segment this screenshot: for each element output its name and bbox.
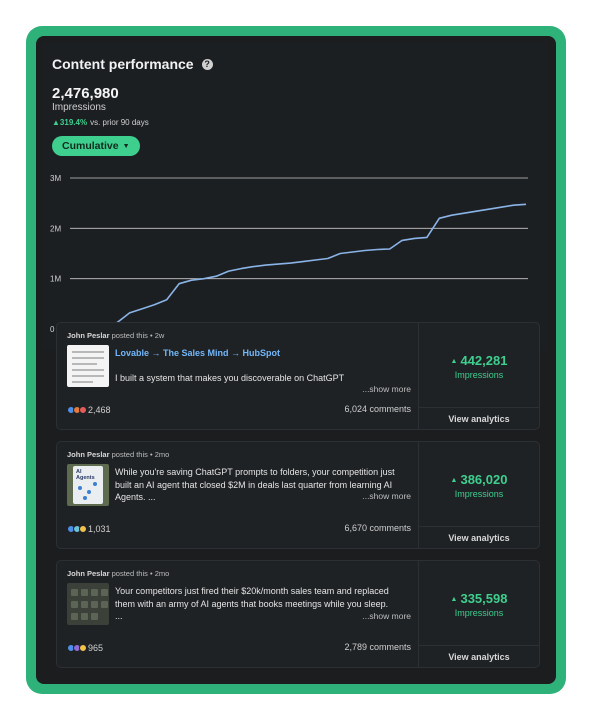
impressions-value: 442,281	[460, 353, 508, 368]
caret-down-icon: ▼	[122, 142, 130, 150]
total-impressions-value: 2,476,980	[52, 85, 119, 102]
comment-count[interactable]: 6,670 comments	[344, 523, 411, 533]
title-row: Content performance ?	[52, 56, 213, 72]
post-text: Lovable → The Sales Mind → HubSpot I bui…	[115, 347, 411, 385]
cumulative-dropdown[interactable]: Cumulative ▼	[52, 136, 140, 156]
up-arrow-icon: ▲	[450, 358, 458, 366]
reactions[interactable]: 2,468	[67, 405, 111, 415]
author-name[interactable]: John Peslar	[67, 569, 110, 578]
post-meta: posted this • 2w	[111, 331, 165, 340]
post-impressions: ▲ 386,020 Impressions	[419, 472, 539, 499]
show-more-link[interactable]: ...show more	[362, 611, 411, 621]
show-more-link[interactable]: ...show more	[362, 491, 411, 501]
post-stats: ▲ 335,598 Impressions View analytics	[419, 561, 539, 667]
author-line: John Peslar posted this • 2mo	[67, 450, 169, 459]
post-body[interactable]: John Peslar posted this • 2mo Your compe…	[57, 561, 419, 667]
reaction-icons	[67, 525, 87, 533]
y-tick-label: 3M	[50, 174, 61, 183]
help-icon[interactable]: ?	[201, 58, 213, 70]
impressions-label: Impressions	[454, 489, 504, 499]
reactions[interactable]: 965	[67, 643, 103, 653]
reaction-count: 965	[88, 643, 104, 653]
impressions-value: 335,598	[460, 591, 508, 606]
post-text-body: I built a system that makes you discover…	[115, 373, 345, 383]
delta-value: ▲319.4%	[52, 118, 88, 127]
up-arrow-icon: ▲	[450, 596, 458, 604]
post-stats: ▲ 442,281 Impressions View analytics	[419, 323, 539, 429]
delta-text: vs. prior 90 days	[90, 118, 149, 127]
view-analytics-button[interactable]: View analytics	[419, 645, 539, 667]
post-card-2: John Peslar posted this • 2mo AI Agents W…	[56, 441, 540, 549]
post-impressions: ▲ 335,598 Impressions	[419, 591, 539, 618]
view-analytics-button[interactable]: View analytics	[419, 526, 539, 548]
impressions-chart: 01M2M3M Jul 24Aug 7Aug 21Sep 4Sep 18Oct …	[50, 174, 528, 343]
post-thumbnail[interactable]	[67, 345, 109, 387]
author-line: John Peslar posted this • 2mo	[67, 569, 169, 578]
y-tick-label: 2M	[50, 224, 61, 233]
reaction-count: 1,031	[88, 524, 111, 534]
delta-row: ▲319.4% vs. prior 90 days	[52, 118, 149, 127]
impressions-value: 386,020	[460, 472, 508, 487]
post-text-ellipsis: ...	[115, 611, 123, 621]
total-impressions-label: Impressions	[52, 102, 106, 113]
post-card-3: John Peslar posted this • 2mo Your compe…	[56, 560, 540, 668]
post-link-text[interactable]: Lovable → The Sales Mind → HubSpot	[115, 348, 280, 358]
view-analytics-button[interactable]: View analytics	[419, 407, 539, 429]
post-thumbnail[interactable]	[67, 583, 109, 625]
reactions[interactable]: 1,031	[67, 524, 111, 534]
impressions-label: Impressions	[454, 608, 504, 618]
chart-grid	[70, 177, 528, 330]
post-meta: posted this • 2mo	[111, 569, 170, 578]
post-thumbnail[interactable]: AI Agents	[67, 464, 109, 506]
reaction-icons	[67, 406, 87, 414]
content-performance-panel: Content performance ? 2,476,980 Impressi…	[36, 36, 556, 684]
impressions-series-line	[79, 203, 527, 330]
panel-title: Content performance	[52, 56, 194, 72]
chart-y-ticks: 0 1M 2M 3M	[50, 174, 61, 334]
post-body[interactable]: John Peslar posted this • 2w Lovable → T…	[57, 323, 419, 429]
impressions-label: Impressions	[454, 370, 504, 380]
post-body[interactable]: John Peslar posted this • 2mo AI Agents W…	[57, 442, 419, 548]
post-text-body: Your competitors just fired their $20k/m…	[115, 586, 389, 609]
show-more-link[interactable]: ...show more	[362, 384, 411, 394]
author-line: John Peslar posted this • 2w	[67, 331, 164, 340]
post-stats: ▲ 386,020 Impressions View analytics	[419, 442, 539, 548]
cumulative-label: Cumulative	[62, 140, 119, 152]
up-arrow-icon: ▲	[450, 477, 458, 485]
author-name[interactable]: John Peslar	[67, 450, 110, 459]
comment-count[interactable]: 2,789 comments	[344, 642, 411, 652]
comment-count[interactable]: 6,024 comments	[344, 404, 411, 414]
post-meta: posted this • 2mo	[111, 450, 170, 459]
author-name[interactable]: John Peslar	[67, 331, 110, 340]
post-impressions: ▲ 442,281 Impressions	[419, 353, 539, 380]
y-tick-label: 0	[50, 325, 55, 334]
post-card-1: John Peslar posted this • 2w Lovable → T…	[56, 322, 540, 430]
performance-card: Content performance ? 2,476,980 Impressi…	[42, 42, 548, 350]
y-tick-label: 1M	[50, 275, 61, 284]
reaction-icons	[67, 644, 87, 652]
reaction-count: 2,468	[88, 405, 111, 415]
